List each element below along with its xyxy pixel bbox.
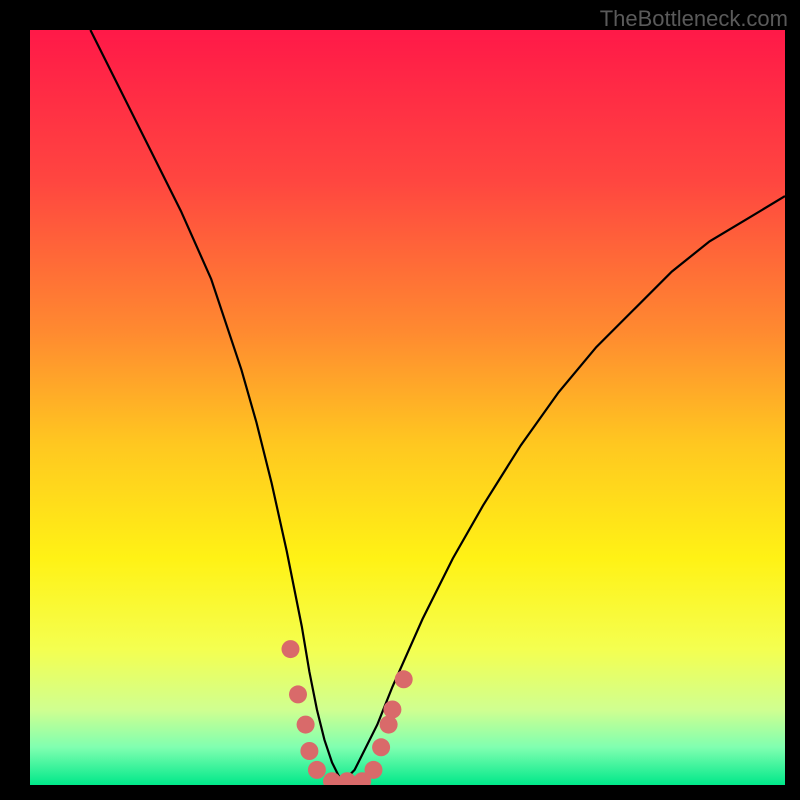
marker-point	[282, 640, 300, 658]
marker-point	[372, 738, 390, 756]
marker-point	[297, 716, 315, 734]
highlighted-points	[282, 640, 413, 785]
marker-point	[383, 701, 401, 719]
marker-point	[289, 685, 307, 703]
marker-point	[365, 761, 383, 779]
bottleneck-curve	[90, 30, 785, 778]
watermark-text: TheBottleneck.com	[600, 6, 788, 32]
marker-point	[308, 761, 326, 779]
marker-point	[380, 716, 398, 734]
curve-layer	[30, 30, 785, 785]
plot-area	[30, 30, 785, 785]
marker-point	[395, 670, 413, 688]
marker-point	[300, 742, 318, 760]
